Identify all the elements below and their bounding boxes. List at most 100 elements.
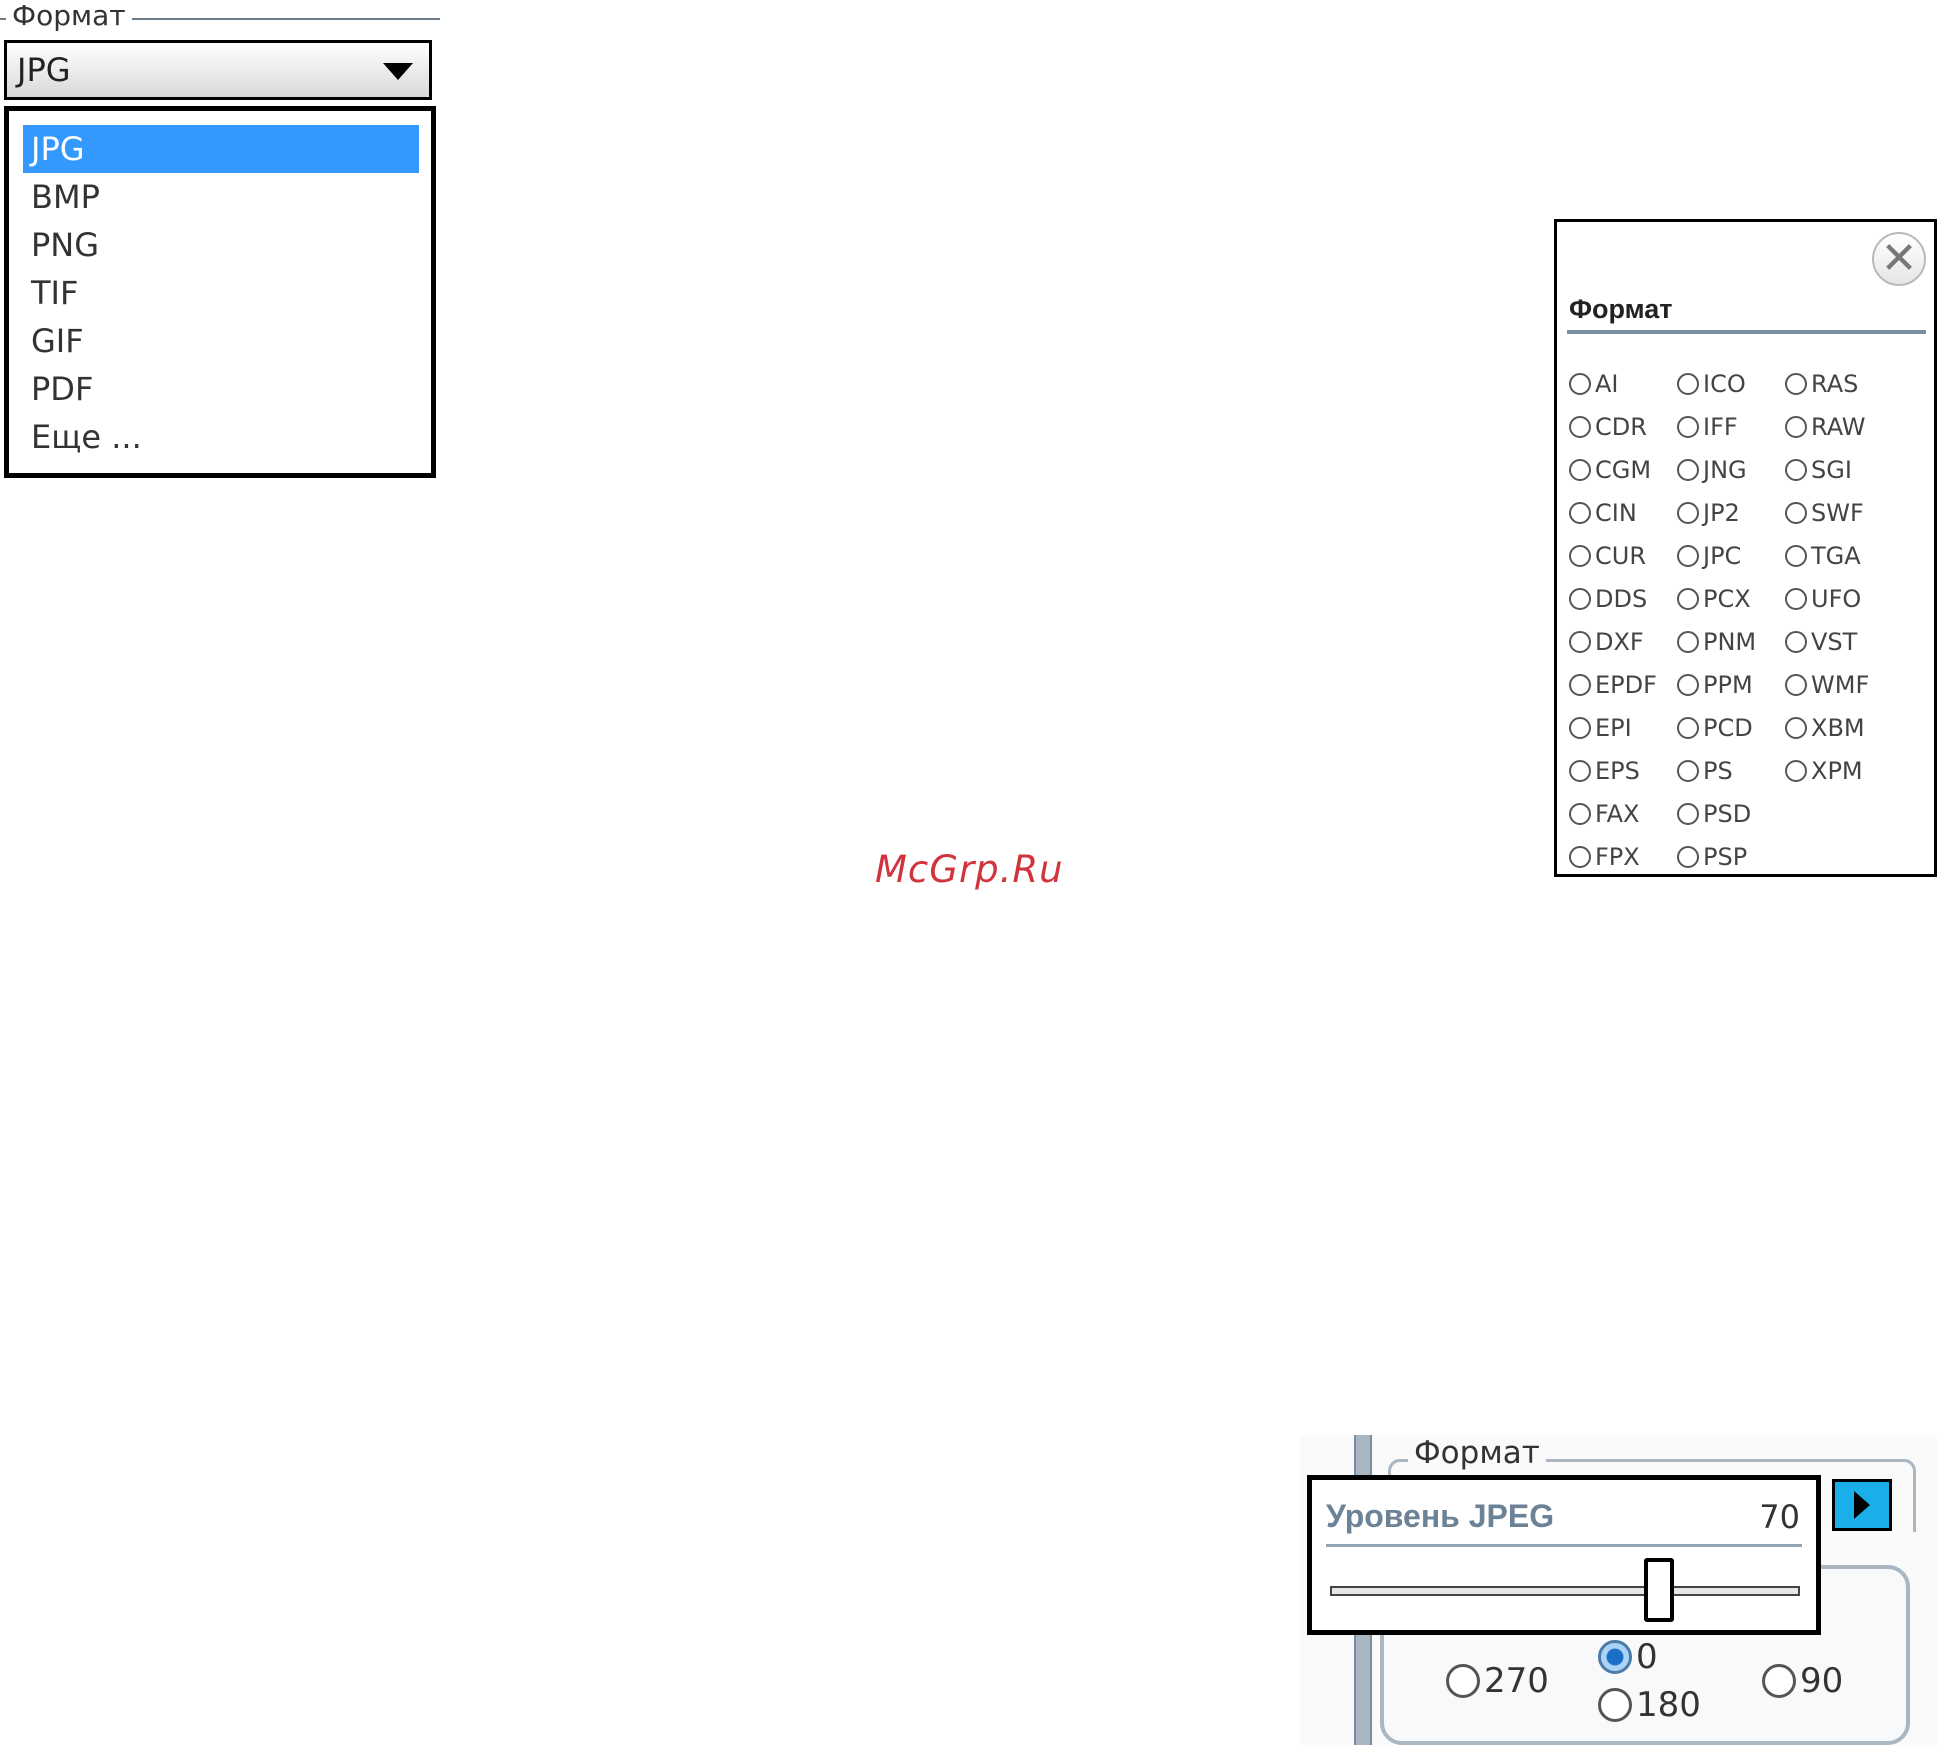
format-radio-option[interactable]: PSP — [1677, 835, 1797, 878]
radio-icon[interactable] — [1677, 845, 1699, 868]
dropdown-option[interactable]: TIF — [23, 269, 419, 317]
format-radio-option[interactable]: XBM — [1785, 706, 1905, 749]
format-radio-option[interactable]: DXF — [1569, 620, 1689, 663]
format-radio-option[interactable]: FAX — [1569, 792, 1689, 835]
chevron-down-icon[interactable] — [383, 63, 413, 80]
format-label: UFO — [1811, 584, 1862, 613]
radio-icon[interactable] — [1677, 802, 1699, 825]
format-radio-option[interactable]: RAW — [1785, 405, 1905, 448]
close-icon[interactable]: ✕ — [1872, 232, 1926, 286]
jpeg-level-slider-thumb[interactable] — [1644, 1558, 1674, 1622]
format-label: AI — [1595, 369, 1619, 398]
format-radio-option[interactable]: EPI — [1569, 706, 1689, 749]
format-dropdown-panel: Формат JPG JPG BMP PNG TIF GIF PDF Еще ... — [0, 0, 440, 482]
radio-icon[interactable] — [1569, 372, 1591, 395]
format-radio-option[interactable]: WMF — [1785, 663, 1905, 706]
radio-icon[interactable] — [1785, 759, 1807, 782]
format-column: ICO IFF JNG JP2 JPC PCX PNM PPM PCD PS PSD PSP — [1677, 362, 1797, 878]
format-label: ICO — [1703, 369, 1746, 398]
radio-icon[interactable] — [1785, 501, 1807, 524]
dropdown-option[interactable]: PNG — [23, 221, 419, 269]
dropdown-option[interactable]: BMP — [23, 173, 419, 221]
format-radio-option[interactable]: DDS — [1569, 577, 1689, 620]
radio-icon[interactable] — [1569, 716, 1591, 739]
dropdown-option[interactable]: Еще ... — [23, 413, 419, 461]
format-radio-option[interactable]: PPM — [1677, 663, 1797, 706]
radio-icon[interactable] — [1785, 458, 1807, 481]
format-label: WMF — [1811, 670, 1870, 699]
radio-icon[interactable] — [1677, 673, 1699, 696]
radio-icon[interactable] — [1569, 458, 1591, 481]
radio-icon[interactable] — [1785, 587, 1807, 610]
format-radio-option[interactable]: CDR — [1569, 405, 1689, 448]
format-select[interactable]: JPG — [4, 40, 432, 100]
radio-icon[interactable] — [1598, 1688, 1632, 1722]
radio-icon[interactable] — [1677, 372, 1699, 395]
format-radio-option[interactable]: CGM — [1569, 448, 1689, 491]
radio-icon[interactable] — [1677, 759, 1699, 782]
format-radio-option[interactable]: PNM — [1677, 620, 1797, 663]
radio-icon[interactable] — [1677, 630, 1699, 653]
radio-icon[interactable] — [1446, 1664, 1480, 1698]
format-radio-option[interactable]: IFF — [1677, 405, 1797, 448]
radio-icon[interactable] — [1569, 415, 1591, 438]
dropdown-option[interactable]: JPG — [23, 125, 419, 173]
format-radio-option[interactable]: PS — [1677, 749, 1797, 792]
rotation-option-180[interactable]: 180 — [1598, 1685, 1701, 1725]
radio-icon[interactable] — [1785, 372, 1807, 395]
format-radio-option[interactable]: VST — [1785, 620, 1905, 663]
jpeg-level-slider-track[interactable] — [1330, 1586, 1800, 1596]
radio-icon[interactable] — [1785, 630, 1807, 653]
format-radio-option[interactable]: JNG — [1677, 448, 1797, 491]
dropdown-option[interactable]: PDF — [23, 365, 419, 413]
format-label: CGM — [1595, 455, 1652, 484]
radio-icon[interactable] — [1677, 544, 1699, 567]
expand-button[interactable] — [1832, 1479, 1892, 1531]
radio-icon[interactable] — [1677, 716, 1699, 739]
format-radio-option[interactable]: AI — [1569, 362, 1689, 405]
radio-icon[interactable] — [1785, 415, 1807, 438]
format-radio-option[interactable]: CIN — [1569, 491, 1689, 534]
radio-icon[interactable] — [1785, 673, 1807, 696]
format-radio-option[interactable]: PSD — [1677, 792, 1797, 835]
radio-icon[interactable] — [1677, 587, 1699, 610]
radio-icon[interactable] — [1569, 501, 1591, 524]
radio-icon[interactable] — [1569, 630, 1591, 653]
format-radio-option[interactable]: PCX — [1677, 577, 1797, 620]
radio-icon[interactable] — [1598, 1640, 1632, 1674]
radio-icon[interactable] — [1569, 587, 1591, 610]
format-radio-option[interactable]: SGI — [1785, 448, 1905, 491]
format-radio-option[interactable]: CUR — [1569, 534, 1689, 577]
radio-icon[interactable] — [1569, 759, 1591, 782]
format-radio-option[interactable]: SWF — [1785, 491, 1905, 534]
radio-icon[interactable] — [1677, 501, 1699, 524]
radio-icon[interactable] — [1569, 802, 1591, 825]
radio-icon[interactable] — [1677, 458, 1699, 481]
rotation-option-270[interactable]: 270 — [1446, 1661, 1549, 1701]
format-radio-option[interactable]: JPC — [1677, 534, 1797, 577]
format-radio-option[interactable]: PCD — [1677, 706, 1797, 749]
radio-icon[interactable] — [1677, 415, 1699, 438]
format-radio-option[interactable]: XPM — [1785, 749, 1905, 792]
format-label: RAW — [1811, 412, 1866, 441]
format-label: CIN — [1595, 498, 1637, 527]
format-radio-option[interactable]: ICO — [1677, 362, 1797, 405]
radio-icon[interactable] — [1785, 716, 1807, 739]
radio-icon[interactable] — [1569, 544, 1591, 567]
rotation-option-90[interactable]: 90 — [1762, 1661, 1843, 1701]
radio-icon[interactable] — [1785, 544, 1807, 567]
rotation-option-0[interactable]: 0 — [1598, 1637, 1658, 1677]
format-radio-option[interactable]: EPS — [1569, 749, 1689, 792]
dropdown-option[interactable]: GIF — [23, 317, 419, 365]
format-radio-option[interactable]: TGA — [1785, 534, 1905, 577]
format-radio-option[interactable]: FPX — [1569, 835, 1689, 878]
format-radio-option[interactable]: EPDF — [1569, 663, 1689, 706]
radio-icon[interactable] — [1569, 845, 1591, 868]
format-radio-option[interactable]: RAS — [1785, 362, 1905, 405]
format-radio-option[interactable]: UFO — [1785, 577, 1905, 620]
format-radio-option[interactable]: JP2 — [1677, 491, 1797, 534]
format-select-value: JPG — [17, 51, 71, 89]
radio-icon[interactable] — [1569, 673, 1591, 696]
radio-icon[interactable] — [1762, 1664, 1796, 1698]
format-label: TGA — [1811, 541, 1861, 570]
